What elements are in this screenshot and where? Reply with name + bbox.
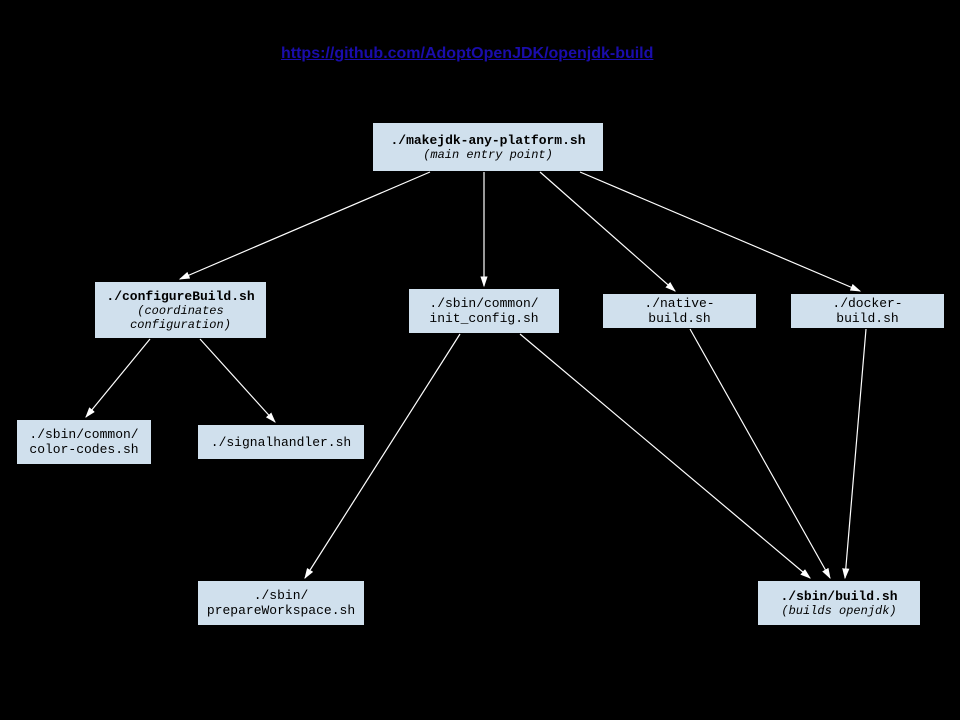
build-title: ./sbin/build.sh	[780, 589, 897, 604]
native-build-title: ./native-build.sh	[615, 296, 744, 326]
init-config-line1: ./sbin/common/	[429, 296, 538, 311]
box-color-codes: ./sbin/common/ color-codes.sh	[16, 419, 152, 465]
main-subtitle: (main entry point)	[423, 148, 553, 162]
main-title: ./makejdk-any-platform.sh	[390, 133, 585, 148]
prepare-line2: prepareWorkspace.sh	[207, 603, 355, 618]
signalhandler-title: ./signalhandler.sh	[211, 435, 351, 450]
box-native-build: ./native-build.sh	[602, 293, 757, 329]
box-configure-build: ./configureBuild.sh (coordinates configu…	[94, 281, 267, 339]
docker-build-title: ./docker-build.sh	[803, 296, 932, 326]
box-main-entry: ./makejdk-any-platform.sh (main entry po…	[372, 122, 604, 172]
configure-title: ./configureBuild.sh	[106, 289, 254, 304]
box-prepare-workspace: ./sbin/ prepareWorkspace.sh	[197, 580, 365, 626]
box-build: ./sbin/build.sh (builds openjdk)	[757, 580, 921, 626]
box-init-config: ./sbin/common/ init_config.sh	[408, 288, 560, 334]
color-codes-line1: ./sbin/common/	[29, 427, 138, 442]
build-subtitle: (builds openjdk)	[781, 604, 896, 618]
box-docker-build: ./docker-build.sh	[790, 293, 945, 329]
init-config-line2: init_config.sh	[429, 311, 538, 326]
prepare-line1: ./sbin/	[254, 588, 309, 603]
box-signalhandler: ./signalhandler.sh	[197, 424, 365, 460]
color-codes-line2: color-codes.sh	[29, 442, 138, 457]
configure-subtitle: (coordinates configuration)	[107, 304, 254, 332]
repo-link[interactable]: https://github.com/AdoptOpenJDK/openjdk-…	[281, 45, 653, 63]
